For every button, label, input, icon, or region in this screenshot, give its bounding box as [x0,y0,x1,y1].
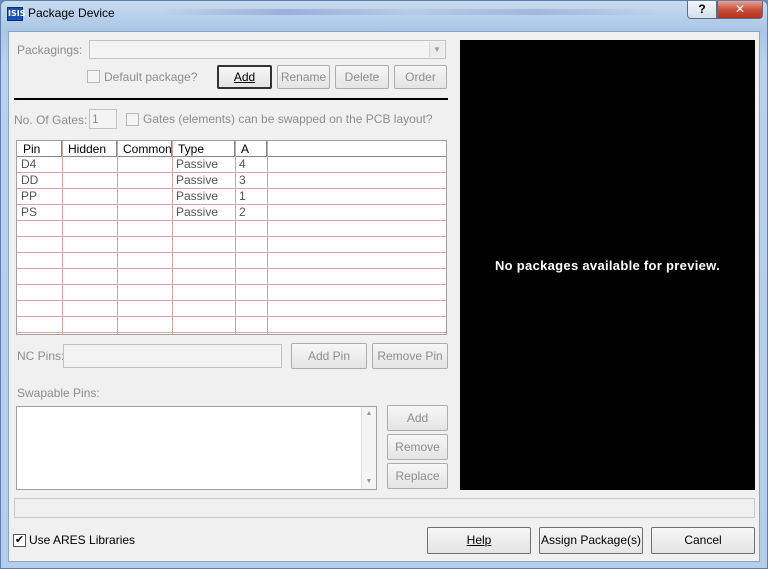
nc-pins-label: NC Pins: [17,349,65,363]
pin-cell[interactable]: D4 [17,157,36,173]
swapable-pins-label: Swapable Pins: [17,386,100,400]
window-title: Package Device [28,6,115,20]
pin-cell[interactable]: DD [17,173,38,189]
default-package-checkbox[interactable] [87,70,100,83]
package-device-dialog: ISIS Package Device ? ✕ Packagings: ▼ De… [0,0,768,569]
scroll-down-icon[interactable]: ▼ [362,475,376,489]
swapable-pins-list[interactable]: ▲ ▼ [16,406,377,490]
empty-table-row[interactable] [17,253,446,269]
table-row[interactable]: PP Passive 1 [17,189,446,205]
scroll-up-icon[interactable]: ▲ [362,407,376,421]
hidden-cell[interactable] [62,189,66,205]
type-cell[interactable]: Passive [172,157,218,173]
pin-table[interactable]: Pin Hidden Common Type A D4 Passive 4 DD [16,140,447,335]
title-bar[interactable]: ISIS Package Device ? ✕ [1,1,767,27]
type-cell[interactable]: Passive [172,189,218,205]
empty-table-row[interactable] [17,285,446,301]
add-package-label: Add [233,70,256,84]
a-cell[interactable]: 4 [235,157,246,173]
common-cell[interactable] [117,205,121,221]
gates-label: No. Of Gates: [14,113,88,127]
empty-table-row[interactable] [17,269,446,285]
gates-count-field[interactable]: 1 [89,109,117,129]
status-bar [14,498,755,518]
empty-table-row[interactable] [17,301,446,317]
gates-swap-checkbox[interactable] [126,113,139,126]
hidden-cell[interactable] [62,205,66,221]
swap-add-button[interactable]: Add [387,405,448,431]
packagings-label: Packagings: [17,43,83,57]
table-row[interactable]: D4 Passive 4 [17,157,446,173]
pin-cell[interactable]: PS [17,205,37,221]
a-cell[interactable]: 1 [235,189,246,205]
empty-table-row[interactable] [17,317,446,333]
type-cell[interactable]: Passive [172,205,218,221]
packagings-combo[interactable]: ▼ [89,40,446,59]
order-package-button[interactable]: Order [394,65,447,89]
cancel-button[interactable]: Cancel [651,527,755,554]
gates-swap-label: Gates (elements) can be swapped on the P… [143,112,433,126]
pin-table-header: Pin Hidden Common Type A [17,141,446,157]
empty-table-row[interactable] [17,237,446,253]
table-row[interactable]: PS Passive 2 [17,205,446,221]
delete-package-button[interactable]: Delete [335,65,389,89]
use-ares-label: Use ARES Libraries [29,533,136,547]
assign-packages-button[interactable]: Assign Package(s) [539,527,643,554]
help-title-button[interactable]: ? [687,1,717,19]
preview-message: No packages available for preview. [494,258,721,273]
hidden-cell[interactable] [62,173,66,189]
column-header-type[interactable]: Type [172,141,235,157]
use-ares-checkbox[interactable]: ✔ [13,534,26,547]
default-package-label: Default package? [104,70,198,84]
package-preview: No packages available for preview. [460,40,755,490]
title-bar-glass [161,9,661,15]
help-button[interactable]: Help [427,527,531,554]
common-cell[interactable] [117,173,121,189]
column-header-hidden[interactable]: Hidden [62,141,117,157]
nc-pins-field[interactable] [63,344,282,368]
add-package-button[interactable]: Add [217,65,272,89]
column-header-a[interactable]: A [235,141,267,157]
swapable-pins-scrollbar[interactable]: ▲ ▼ [361,407,376,489]
section-divider [14,98,448,100]
pin-cell[interactable]: PP [17,189,37,205]
a-cell[interactable]: 3 [235,173,246,189]
swap-remove-button[interactable]: Remove [387,434,448,460]
rename-package-button[interactable]: Rename [277,65,330,89]
table-row[interactable]: DD Passive 3 [17,173,446,189]
help-button-label: Help [466,533,492,547]
chevron-down-icon[interactable]: ▼ [429,42,444,57]
common-cell[interactable] [117,157,121,173]
swap-replace-button[interactable]: Replace [387,463,448,489]
column-header-common[interactable]: Common [117,141,172,157]
close-button[interactable]: ✕ [717,1,763,19]
type-cell[interactable]: Passive [172,173,218,189]
column-header-pin[interactable]: Pin [17,141,62,157]
common-cell[interactable] [117,189,121,205]
dialog-client-area: Packagings: ▼ Default package? Add Renam… [8,31,760,562]
a-cell[interactable]: 2 [235,205,246,221]
isis-app-icon: ISIS [7,7,25,21]
hidden-cell[interactable] [62,157,66,173]
empty-table-row[interactable] [17,221,446,237]
add-pin-button[interactable]: Add Pin [291,343,367,369]
remove-pin-button[interactable]: Remove Pin [372,343,448,369]
